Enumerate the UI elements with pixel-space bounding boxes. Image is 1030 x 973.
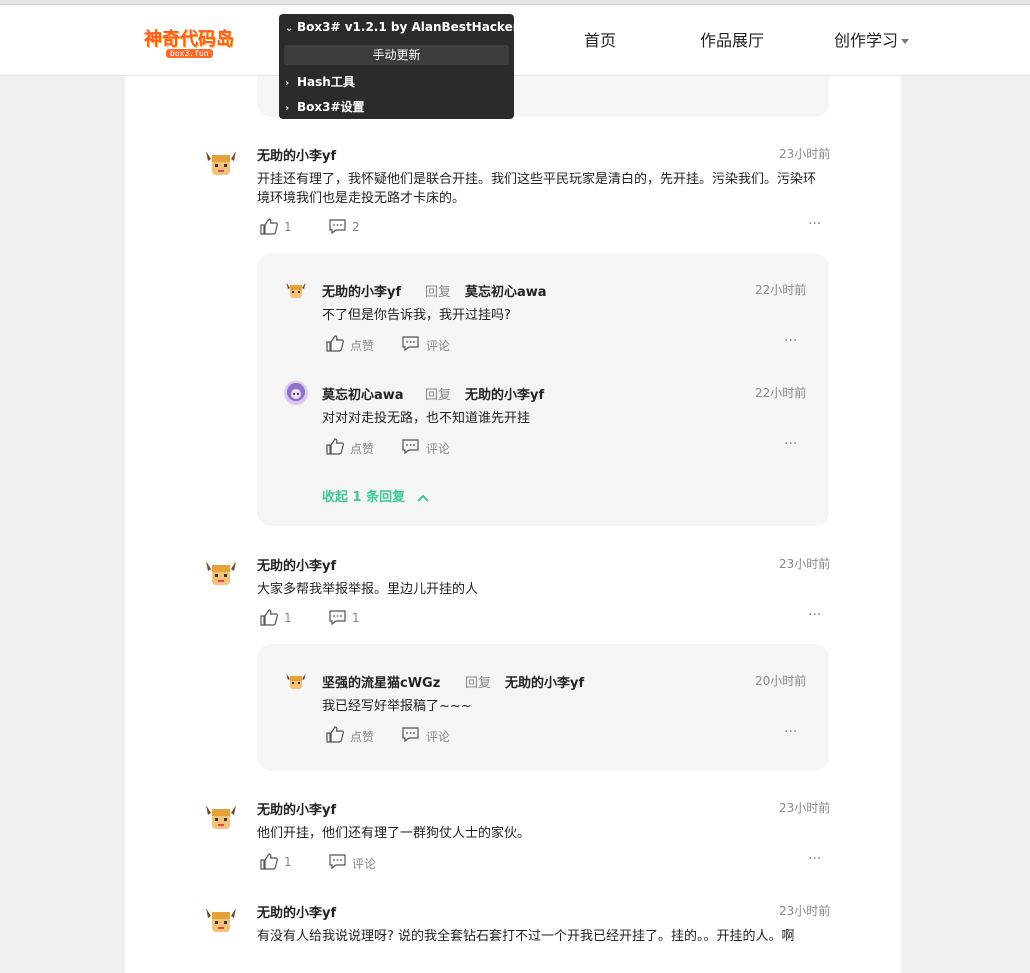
hash-tool-row[interactable]: › Hash工具 — [285, 73, 355, 90]
thumbs-up-icon[interactable] — [326, 438, 344, 459]
chevron-down-icon — [901, 39, 910, 44]
avatar[interactable] — [202, 145, 240, 183]
thumbs-up-icon[interactable] — [260, 609, 278, 630]
logo-text: 神奇代码岛 — [144, 29, 234, 50]
reply-time: 22小时前 — [755, 283, 807, 297]
comment-text: 开挂还有理了，我怀疑他们是联合开挂。我们这些平民玩家是清白的，先开挂。污染我们。… — [257, 172, 817, 206]
comment-icon[interactable] — [329, 610, 346, 630]
collapse-label: 收起 1 条回复 — [322, 490, 406, 505]
plugin-title: Box3# v1.2.1 by AlanBestHacker — [297, 20, 519, 34]
more-options-button[interactable]: ··· — [808, 851, 821, 867]
comment-time: 23小时前 — [779, 147, 831, 161]
comment-icon[interactable] — [329, 219, 346, 239]
comment-count: 1 — [352, 611, 360, 625]
site-logo[interactable]: 神奇代码岛 box3.fun — [144, 25, 242, 61]
hash-tool-label: Hash工具 — [297, 75, 355, 89]
more-options-button[interactable]: ··· — [784, 333, 797, 349]
comment-label[interactable]: 评论 — [352, 855, 376, 872]
thumbs-up-icon[interactable] — [326, 335, 344, 356]
comment-time: 23小时前 — [779, 801, 831, 815]
comment-label[interactable]: 评论 — [426, 337, 450, 354]
comment-author[interactable]: 无助的小李yf — [257, 902, 336, 921]
plugin-title-row[interactable]: ⌄ Box3# v1.2.1 by AlanBestHacker — [285, 20, 519, 34]
avatar[interactable] — [284, 381, 308, 405]
like-label[interactable]: 点赞 — [350, 728, 374, 745]
like-count: 1 — [284, 855, 292, 869]
comment-text: 大家多帮我举报举报。里边儿开挂的人 — [257, 582, 479, 597]
avatar[interactable] — [284, 670, 308, 694]
site-header: 神奇代码岛 box3.fun 首页 作品展厅 创作学习 — [0, 5, 1030, 76]
comment-author[interactable]: 无助的小李yf — [257, 799, 336, 818]
settings-label: Box3#设置 — [297, 100, 365, 114]
reply-target[interactable]: 无助的小李yf — [505, 672, 584, 691]
reply-time: 22小时前 — [755, 386, 807, 400]
comment-icon[interactable] — [402, 336, 419, 356]
avatar[interactable] — [202, 902, 240, 940]
comment-text: 有没有人给我说说理呀? 说的我全套钻石套打不过一个开我已经开挂了。挂的。。开挂的… — [257, 929, 795, 944]
comment-label[interactable]: 评论 — [426, 728, 450, 745]
more-options-button[interactable]: ··· — [784, 724, 797, 740]
avatar-image — [202, 145, 240, 183]
reply-author[interactable]: 坚强的流星猫cWGz — [322, 672, 440, 691]
reply-time: 20小时前 — [755, 674, 807, 688]
comment-author[interactable]: 无助的小李yf — [257, 145, 336, 164]
more-options-button[interactable]: ··· — [808, 216, 821, 232]
comment-icon[interactable] — [402, 439, 419, 459]
avatar[interactable] — [202, 799, 240, 837]
thumbs-up-icon[interactable] — [260, 218, 278, 239]
reply-author[interactable]: 莫忘初心awa — [322, 384, 404, 403]
like-label[interactable]: 点赞 — [350, 337, 374, 354]
comment-text: 他们开挂，他们还有理了一群狗仗人士的家伙。 — [257, 826, 531, 841]
settings-row[interactable]: › Box3#设置 — [285, 98, 365, 115]
chevron-right-icon: › — [285, 78, 290, 89]
chevron-right-icon: › — [285, 103, 290, 114]
reply-target[interactable]: 无助的小李yf — [465, 384, 544, 403]
reply-author[interactable]: 无助的小李yf — [322, 281, 401, 300]
like-count: 1 — [284, 220, 292, 234]
manual-update-button[interactable]: 手动更新 — [284, 45, 509, 65]
like-label[interactable]: 点赞 — [350, 440, 374, 457]
comment-time: 23小时前 — [779, 557, 831, 571]
collapse-replies-button[interactable]: 收起 1 条回复 — [322, 486, 430, 505]
thumbs-up-icon[interactable] — [326, 726, 344, 747]
nav-learning-label: 创作学习 — [834, 31, 899, 50]
box3-plugin-panel: ⌄ Box3# v1.2.1 by AlanBestHacker 手动更新 › Ha… — [279, 14, 519, 119]
logo-domain: box3.fun — [166, 49, 213, 58]
nav-home[interactable]: 首页 — [584, 27, 616, 51]
nav-gallery[interactable]: 作品展厅 — [700, 27, 764, 51]
comment-time: 23小时前 — [779, 904, 831, 918]
reply-word: 回复 — [425, 388, 452, 403]
comment-count: 2 — [352, 220, 360, 234]
chevron-down-icon: ⌄ — [285, 23, 294, 34]
more-options-button[interactable]: ··· — [784, 436, 797, 452]
thumbs-up-icon[interactable] — [260, 853, 278, 874]
comment-icon[interactable] — [329, 854, 346, 874]
reply-text: 我已经写好举报稿了~~~ — [322, 699, 472, 714]
avatar[interactable] — [284, 279, 308, 303]
chevron-up-icon — [416, 494, 429, 502]
avatar[interactable] — [202, 555, 240, 593]
more-options-button[interactable]: ··· — [808, 607, 821, 623]
reply-word: 回复 — [425, 285, 452, 300]
nav-learning[interactable]: 创作学习 — [834, 27, 910, 51]
comment-label[interactable]: 评论 — [426, 440, 450, 457]
reply-text: 不了但是你告诉我，我开过挂吗? — [322, 308, 511, 323]
reply-target[interactable]: 莫忘初心awa — [465, 281, 547, 300]
like-count: 1 — [284, 611, 292, 625]
reply-word: 回复 — [465, 676, 492, 691]
comment-author[interactable]: 无助的小李yf — [257, 555, 336, 574]
comment-icon[interactable] — [402, 727, 419, 747]
reply-text: 对对对走投无路，也不知道谁先开挂 — [322, 411, 531, 426]
